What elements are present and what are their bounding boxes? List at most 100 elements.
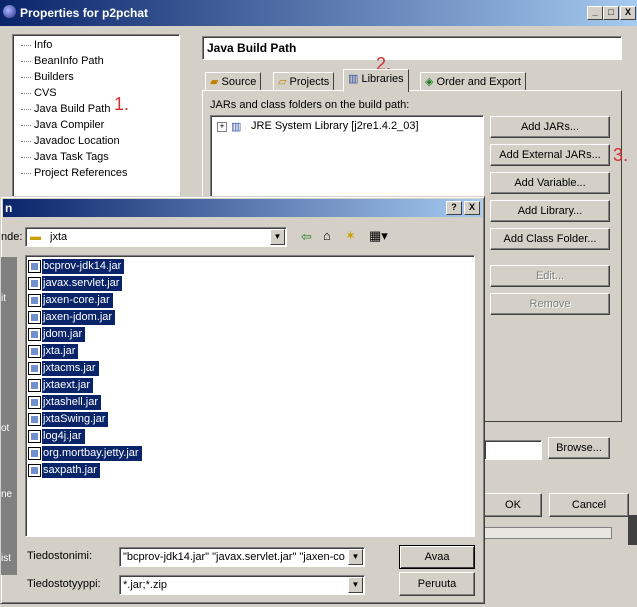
dialog-titlebar: n ? X bbox=[3, 199, 482, 217]
file-list-item[interactable]: jdom.jar bbox=[42, 327, 86, 342]
file-list-item[interactable]: jxtaext.jar bbox=[42, 378, 94, 393]
jar-file-icon bbox=[28, 260, 41, 273]
file-list-item[interactable]: log4j.jar bbox=[42, 429, 85, 444]
look-in-combo[interactable]: ▬ jxta ▼ bbox=[25, 227, 287, 247]
file-list-item[interactable]: jxta.jar bbox=[42, 344, 79, 359]
add-external-jars-button[interactable]: Add External JARs... bbox=[490, 144, 610, 166]
close-button[interactable]: X bbox=[620, 6, 636, 20]
browse-button[interactable]: Browse... bbox=[548, 437, 610, 459]
add-variable-button[interactable]: Add Variable... bbox=[490, 172, 610, 194]
nav-item-builders[interactable]: Builders bbox=[21, 69, 74, 85]
jar-file-icon bbox=[28, 294, 41, 307]
minimize-button[interactable]: _ bbox=[587, 6, 603, 20]
dialog-cancel-button[interactable]: Peruuta bbox=[399, 572, 475, 596]
cancel-button[interactable]: Cancel bbox=[549, 493, 629, 517]
filetype-combo[interactable]: *.jar;*.zip ▼ bbox=[119, 575, 365, 595]
build-path-list[interactable]: + ▥ JRE System Library [j2re1.4.2_03] bbox=[210, 115, 484, 207]
projects-folder-icon: ▱ bbox=[278, 76, 287, 88]
jar-file-icon bbox=[28, 379, 41, 392]
horizontal-scrollbar[interactable] bbox=[484, 527, 612, 539]
file-list-item[interactable]: jxtaSwing.jar bbox=[42, 412, 109, 427]
jar-file-icon bbox=[28, 413, 41, 426]
jar-file-icon bbox=[28, 328, 41, 341]
back-arrow-icon[interactable]: ⇦ bbox=[301, 229, 312, 245]
jar-file-icon bbox=[28, 311, 41, 324]
jar-file-icon bbox=[28, 430, 41, 443]
file-list-item[interactable]: saxpath.jar bbox=[42, 463, 100, 478]
ok-button[interactable]: OK bbox=[484, 493, 542, 517]
annotation-three: 3. bbox=[613, 145, 629, 165]
page-title-box: Java Build Path bbox=[202, 36, 622, 60]
filename-label: Tiedostonimi: bbox=[27, 550, 93, 562]
add-jars-button[interactable]: Add JARs... bbox=[490, 116, 610, 138]
new-folder-icon[interactable]: ✶ bbox=[345, 228, 356, 244]
edit-button[interactable]: Edit... bbox=[490, 265, 610, 287]
chevron-down-icon[interactable]: ▼ bbox=[348, 577, 363, 593]
places-fragment-2[interactable]: ot bbox=[1, 423, 9, 434]
up-folder-icon[interactable]: ⌂ bbox=[323, 228, 331, 243]
dialog-close-button[interactable]: X bbox=[464, 201, 480, 215]
look-in-label: nde: bbox=[1, 231, 23, 243]
dialog-title: n bbox=[5, 201, 13, 215]
nav-item-project-references[interactable]: Project References bbox=[21, 165, 128, 181]
chevron-down-icon[interactable]: ▼ bbox=[270, 229, 285, 245]
nav-item-cvs[interactable]: CVS bbox=[21, 85, 57, 101]
file-list-item[interactable]: jxtacms.jar bbox=[42, 361, 99, 376]
source-folder-icon: ▰ bbox=[210, 76, 219, 88]
file-list-item[interactable]: jxtashell.jar bbox=[42, 395, 102, 410]
nav-item-java-build-path[interactable]: Java Build Path bbox=[21, 101, 110, 117]
expand-icon[interactable]: + bbox=[217, 122, 227, 132]
output-folder-field[interactable] bbox=[484, 440, 542, 460]
eclipse-app-icon bbox=[3, 5, 16, 18]
add-library-button[interactable]: Add Library... bbox=[490, 200, 610, 222]
file-list-item[interactable]: jaxen-jdom.jar bbox=[42, 310, 116, 325]
window-title: Properties for p2pchat bbox=[20, 6, 149, 20]
file-list-item[interactable]: jaxen-core.jar bbox=[42, 293, 113, 308]
library-entry[interactable]: JRE System Library [j2re1.4.2_03] bbox=[251, 120, 419, 132]
filename-combo[interactable]: "bcprov-jdk14.jar" "javax.servlet.jar" "… bbox=[119, 547, 365, 567]
maximize-button[interactable]: □ bbox=[603, 6, 619, 20]
file-open-dialog: n ? X nde: ▬ jxta ▼ ⇦ ⌂ ✶ ▦▾ it ot ne is… bbox=[0, 196, 485, 604]
nav-item-java-task-tags[interactable]: Java Task Tags bbox=[21, 149, 109, 165]
remove-button[interactable]: Remove bbox=[490, 293, 610, 315]
window-titlebar: Properties for p2pchat _ □ X bbox=[0, 0, 637, 26]
add-class-folder-button[interactable]: Add Class Folder... bbox=[490, 228, 610, 250]
file-list-item[interactable]: javax.servlet.jar bbox=[42, 276, 123, 291]
places-fragment-4[interactable]: ist bbox=[1, 553, 11, 564]
jar-file-icon bbox=[28, 277, 41, 290]
tab-libraries[interactable]: ▥ Libraries bbox=[343, 69, 409, 92]
nav-item-java-compiler[interactable]: Java Compiler bbox=[21, 117, 104, 133]
view-menu-icon[interactable]: ▦▾ bbox=[369, 228, 388, 244]
nav-list: Info BeanInfo Path Builders CVS Java Bui… bbox=[21, 37, 171, 187]
filetype-label: Tiedostotyyppi: bbox=[27, 578, 101, 590]
places-bar: it ot ne ist bbox=[1, 257, 17, 575]
jars-label: JARs and class folders on the build path… bbox=[210, 99, 410, 111]
places-fragment-3[interactable]: ne bbox=[1, 489, 12, 500]
properties-nav-tree: Info BeanInfo Path Builders CVS Java Bui… bbox=[12, 34, 180, 204]
jar-file-icon bbox=[28, 447, 41, 460]
libraries-books-icon: ▥ bbox=[348, 73, 359, 85]
jar-file-icon bbox=[28, 396, 41, 409]
library-books-icon: ▥ bbox=[231, 121, 242, 133]
file-list-item[interactable]: org.mortbay.jetty.jar bbox=[42, 446, 142, 461]
jar-file-icon bbox=[28, 345, 41, 358]
tab-order-and-export[interactable]: ◈ Order and Export bbox=[420, 72, 526, 91]
file-list[interactable]: bcprov-jdk14.jar javax.servlet.jar jaxen-c… bbox=[25, 255, 475, 537]
jar-file-icon bbox=[28, 362, 41, 375]
nav-item-info[interactable]: Info bbox=[21, 37, 52, 53]
window-edge bbox=[628, 515, 637, 545]
file-list-item[interactable]: bcprov-jdk14.jar bbox=[42, 259, 125, 274]
places-fragment-1[interactable]: it bbox=[1, 293, 6, 304]
tab-projects[interactable]: ▱ Projects bbox=[273, 72, 335, 91]
tab-source[interactable]: ▰ Source bbox=[205, 72, 262, 91]
folder-icon: ▬ bbox=[30, 231, 41, 243]
order-export-icon: ◈ bbox=[425, 76, 434, 88]
chevron-down-icon[interactable]: ▼ bbox=[348, 549, 363, 565]
open-button[interactable]: Avaa bbox=[399, 545, 475, 569]
annotation-one: 1. bbox=[114, 94, 130, 114]
nav-item-beaninfo-path[interactable]: BeanInfo Path bbox=[21, 53, 104, 69]
page-title: Java Build Path bbox=[207, 41, 297, 55]
dialog-help-button[interactable]: ? bbox=[446, 201, 462, 215]
nav-item-javadoc-location[interactable]: Javadoc Location bbox=[21, 133, 120, 149]
jar-file-icon bbox=[28, 464, 41, 477]
